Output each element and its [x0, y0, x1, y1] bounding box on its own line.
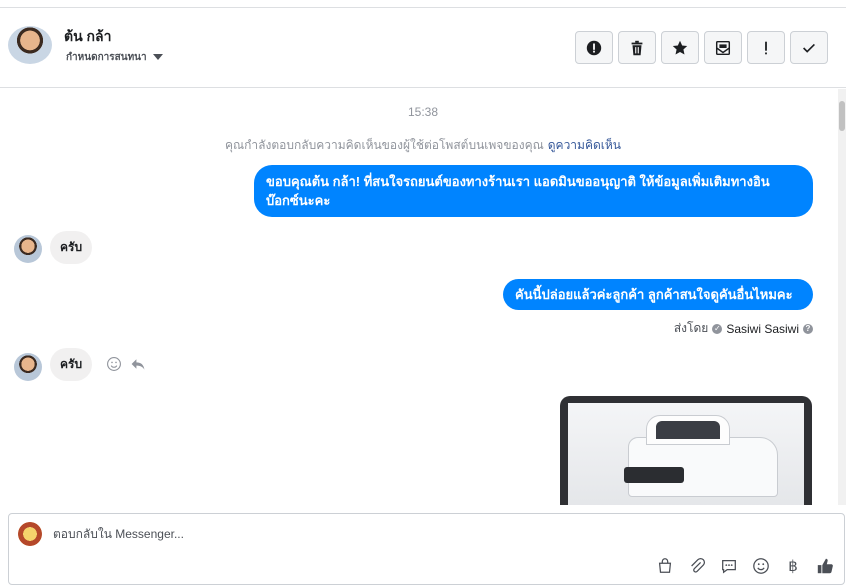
assign-label: กำหนดการสนทนา	[66, 52, 147, 63]
composer-tools: ฿	[655, 556, 835, 576]
caret-down-icon	[152, 54, 163, 61]
contact-avatar[interactable]	[8, 26, 52, 64]
outgoing-message[interactable]: คันนี้ปล่อยแล้วค่ะลูกค้า ลูกค้าสนใจดูคัน…	[503, 279, 813, 310]
image-attachment[interactable]	[560, 396, 812, 505]
attach-icon[interactable]	[687, 556, 707, 576]
baht-icon[interactable]: ฿	[783, 556, 803, 576]
react-emoji-icon[interactable]	[106, 356, 122, 372]
bag-icon[interactable]	[655, 556, 675, 576]
mark-unread-button[interactable]	[704, 31, 742, 64]
truck-grill-shape	[624, 467, 684, 483]
page-avatar	[18, 522, 42, 546]
scrollbar[interactable]	[838, 89, 846, 505]
sent-by: ส่งโดย ✓ Sasiwi Sasiwi ?	[674, 319, 813, 338]
header-actions	[575, 31, 828, 64]
message-thread[interactable]: 15:38 คุณกำลังตอบกลับความคิดเห็นของผู้ใช…	[0, 89, 846, 505]
car-photo	[568, 403, 804, 505]
emoji-icon[interactable]	[751, 556, 771, 576]
view-comment-link[interactable]: ดูความคิดเห็น	[548, 138, 621, 152]
mark-done-button[interactable]	[790, 31, 828, 64]
message-actions	[106, 356, 146, 372]
spam-icon	[586, 40, 602, 55]
star-button[interactable]	[661, 31, 699, 64]
reply-notice-text: คุณกำลังตอบกลับความคิดเห็นของผู้ใช้ต่อโพ…	[225, 138, 544, 152]
verified-icon: ✓	[712, 323, 723, 334]
star-icon	[672, 40, 688, 54]
reply-notice: คุณกำลังตอบกลับความคิดเห็นของผู้ใช้ต่อโพ…	[0, 136, 846, 155]
incoming-message[interactable]: ครับ	[50, 231, 93, 264]
truck-windshield-shape	[656, 421, 720, 439]
timestamp: 15:38	[407, 105, 439, 119]
help-icon[interactable]: ?	[803, 323, 813, 334]
contact-name[interactable]: ต้น กล้า	[64, 26, 111, 48]
mark-unread-icon	[715, 40, 731, 55]
sent-by-name[interactable]: Sasiwi Sasiwi	[726, 322, 799, 336]
scrollbar-thumb[interactable]	[839, 101, 845, 131]
check-icon	[803, 43, 815, 53]
contact-avatar-small	[14, 353, 42, 381]
important-icon	[765, 41, 767, 54]
important-button[interactable]	[747, 31, 785, 64]
like-icon[interactable]	[815, 556, 835, 576]
conversation-header: ต้น กล้า กำหนดการสนทนา	[0, 8, 846, 88]
outgoing-message[interactable]: ขอบคุณต้น กล้า! ที่สนใจรถยนต์ของทางร้านเ…	[254, 165, 813, 217]
delete-button[interactable]	[618, 31, 656, 64]
reply-input[interactable]	[53, 524, 753, 544]
reply-icon[interactable]	[130, 356, 146, 372]
contact-avatar-small	[14, 235, 42, 263]
incoming-message[interactable]: ครับ	[50, 348, 93, 381]
saved-reply-icon[interactable]	[719, 556, 739, 576]
mark-spam-button[interactable]	[575, 31, 613, 64]
assign-conversation-dropdown[interactable]: กำหนดการสนทนา	[66, 50, 163, 65]
reply-composer: ฿	[8, 513, 845, 585]
sent-by-prefix: ส่งโดย	[673, 321, 709, 335]
trash-icon	[631, 40, 643, 55]
messenger-inbox: ต้น กล้า กำหนดการสนทนา 15:38 คุณกำลังตอบ…	[0, 0, 846, 587]
